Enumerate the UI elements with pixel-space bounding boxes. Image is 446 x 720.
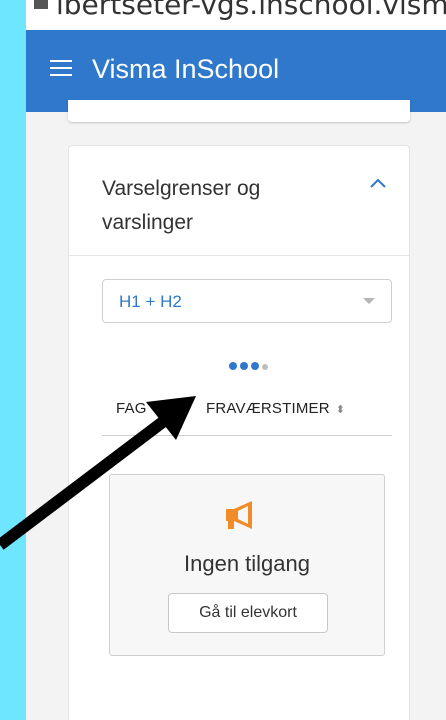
phone-screen: ibertseter-vgs.inschool.visma.no Visma I… <box>26 0 446 720</box>
page-dot[interactable] <box>251 362 259 370</box>
period-select-value: H1 + H2 <box>119 292 182 311</box>
page-dot[interactable] <box>229 362 237 370</box>
page-dot[interactable] <box>240 362 248 370</box>
no-access-message: Ingen tilgang <box>184 551 310 576</box>
column-header-absence-hours[interactable]: FRAVÆRSTIMER ⬍ <box>206 400 345 417</box>
sort-icon: ⬍ <box>335 404 346 416</box>
page-dot[interactable] <box>262 364 268 370</box>
period-select[interactable]: H1 + H2 <box>102 279 392 323</box>
sort-icon: ⬍ <box>152 404 163 416</box>
card-header[interactable]: Varselgrenser og varslinger <box>69 146 409 256</box>
megaphone-icon <box>222 499 262 531</box>
chevron-up-icon[interactable] <box>369 172 387 195</box>
url-text: ibertseter-vgs.inschool.visma.no <box>56 0 446 21</box>
previous-card-edge <box>68 100 410 122</box>
card-title: Varselgrenser og varslinger <box>102 177 261 234</box>
browser-url-bar[interactable]: ibertseter-vgs.inschool.visma.no <box>26 0 446 30</box>
hamburger-menu-icon[interactable] <box>50 60 72 78</box>
app-title: Visma InSchool <box>92 54 280 84</box>
column-header-subject[interactable]: FAG ⬍ <box>116 400 162 417</box>
pagination-dots <box>229 357 271 370</box>
lock-icon <box>34 0 48 9</box>
alert-limits-card: Varselgrenser og varslinger H1 + H2 FAG ⬍… <box>68 145 410 720</box>
chevron-down-icon <box>363 298 375 304</box>
no-access-panel: Ingen tilgang Gå til elevkort <box>109 474 385 656</box>
table-header-row: FAG ⬍ FRAVÆRSTIMER ⬍ <box>102 386 392 436</box>
go-to-student-card-button[interactable]: Gå til elevkort <box>168 593 328 633</box>
